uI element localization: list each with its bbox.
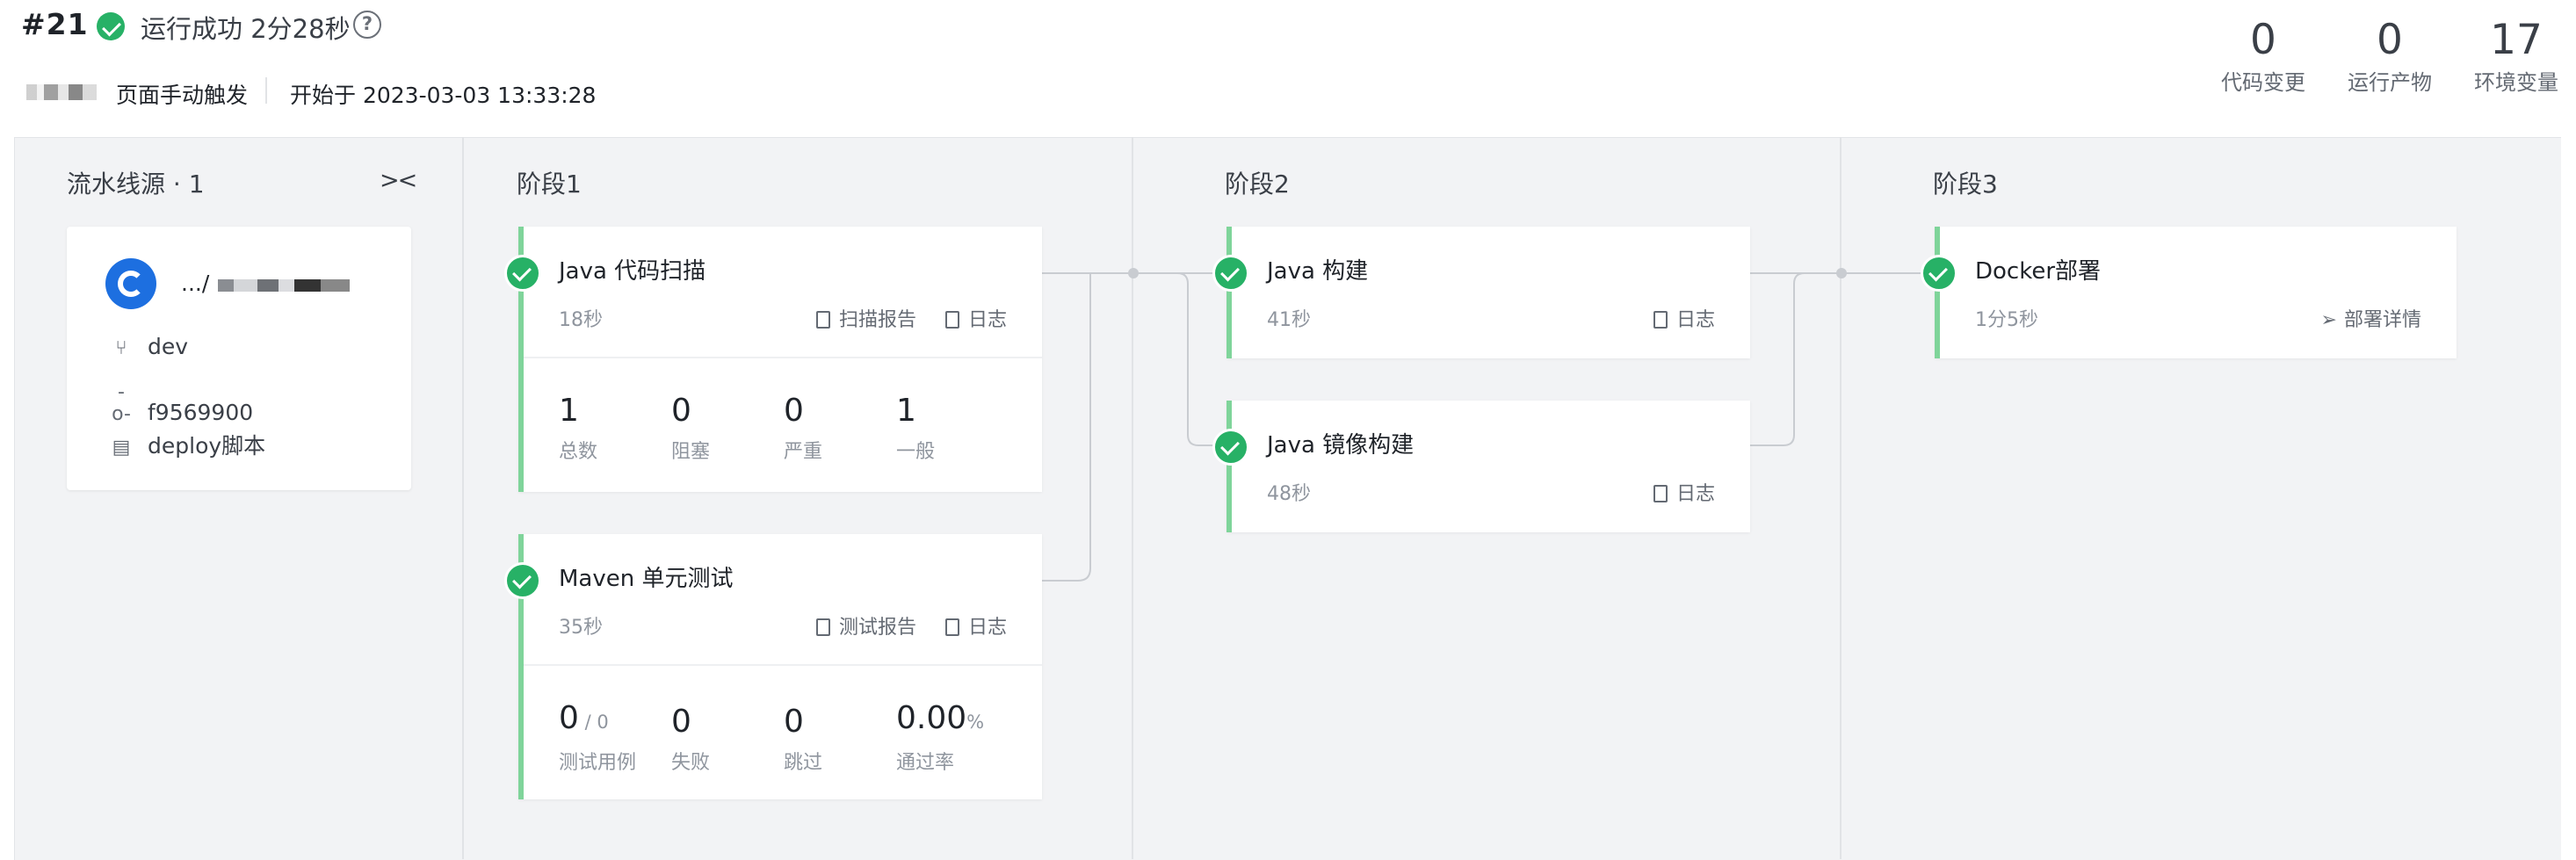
divider <box>524 357 1042 358</box>
metric-suffix: % <box>966 712 985 733</box>
metric-value: 0 <box>784 393 804 429</box>
task-duration: 35秒 <box>559 617 603 639</box>
script-name: deploy脚本 <box>148 433 266 459</box>
metric-label: 总数 <box>559 441 598 463</box>
task-actions: 测试报告 日志 <box>793 611 1007 640</box>
metric-blocker: 0 阻塞 <box>671 394 710 464</box>
send-icon: ➢ <box>2320 309 2337 331</box>
action-label: 扫描报告 <box>838 309 916 331</box>
test-report-link[interactable]: 测试报告 <box>815 617 916 639</box>
metric-label: 严重 <box>784 441 823 463</box>
stage-title: 阶段1 <box>517 170 582 199</box>
metric-value: 0 <box>671 393 691 429</box>
task-actions: 日志 <box>1631 478 1715 506</box>
action-label: 部署详情 <box>2343 309 2421 331</box>
success-check-icon <box>1212 255 1249 292</box>
stage-title: 阶段3 <box>1933 170 1998 199</box>
metric-label: 测试用例 <box>559 752 637 774</box>
log-link[interactable]: 日志 <box>1653 483 1715 505</box>
commit-icon: -o- <box>112 381 131 425</box>
branch-icon: ⑂ <box>115 337 127 359</box>
metric-label: 通过率 <box>896 752 955 774</box>
metric-number: 0 <box>559 700 579 736</box>
metric-label: 阻塞 <box>671 441 711 463</box>
metric-value: 0 <box>671 704 691 740</box>
task-card-java-build[interactable]: Java 构建 41秒 日志 <box>1226 227 1750 358</box>
log-icon <box>1653 485 1668 502</box>
task-title: Java 代码扫描 <box>559 258 706 285</box>
metric-label: 失败 <box>671 752 711 774</box>
metric-value: 0 <box>784 704 804 740</box>
repo-name[interactable]: .../ <box>181 271 209 296</box>
log-icon <box>1653 311 1668 329</box>
repo-name-redacted <box>218 279 350 292</box>
task-actions: ➢ 部署详情 <box>2298 304 2421 332</box>
task-duration: 41秒 <box>1267 309 1311 331</box>
log-icon <box>944 311 959 329</box>
metric-normal: 1 一般 <box>896 394 935 464</box>
log-link[interactable]: 日志 <box>944 309 1007 331</box>
metric-value: 1 <box>896 393 916 429</box>
log-icon <box>944 618 959 636</box>
task-duration: 48秒 <box>1267 483 1311 505</box>
metric-suffix: / 0 <box>578 712 609 733</box>
metric-value: 0.00% <box>896 701 984 740</box>
report-icon <box>815 618 830 636</box>
metric-value: 0 / 0 <box>559 701 636 740</box>
collapse-icon[interactable]: >< <box>380 167 417 194</box>
branch-name: dev <box>148 334 189 359</box>
task-title: Docker部署 <box>1975 258 2102 285</box>
success-check-icon <box>1921 255 1957 292</box>
action-label: 日志 <box>1675 309 1715 331</box>
log-link[interactable]: 日志 <box>1653 309 1715 331</box>
task-duration: 18秒 <box>559 309 603 331</box>
commit-hash: f9569900 <box>148 400 254 425</box>
metric-pass-rate: 0.00% 通过率 <box>896 701 984 775</box>
action-label: 日志 <box>967 617 1007 639</box>
task-card-java-image[interactable]: Java 镜像构建 48秒 日志 <box>1226 401 1750 532</box>
script-row: ▤ deploy脚本 <box>109 429 266 460</box>
task-actions: 日志 <box>1631 304 1715 332</box>
branch-row: ⑂ dev <box>109 334 188 359</box>
task-title: Java 构建 <box>1267 258 1369 285</box>
commit-row[interactable]: -o-f9569900 <box>109 381 253 425</box>
metric-critical: 0 严重 <box>784 394 822 464</box>
metric-value: 1 <box>559 393 579 429</box>
deploy-detail-link[interactable]: ➢ 部署详情 <box>2321 309 2421 331</box>
metric-label: 一般 <box>896 441 936 463</box>
action-label: 日志 <box>1675 483 1715 505</box>
success-check-icon <box>504 255 541 292</box>
metric-skipped: 0 跳过 <box>784 705 822 775</box>
metric-failed: 0 失败 <box>671 705 710 775</box>
success-check-icon <box>504 562 541 599</box>
action-label: 测试报告 <box>838 617 916 639</box>
source-title: 流水线源 · 1 <box>67 170 205 199</box>
metric-label: 跳过 <box>784 752 823 774</box>
report-icon <box>815 311 830 329</box>
action-label: 日志 <box>967 309 1007 331</box>
task-card-java-scan[interactable]: Java 代码扫描 18秒 扫描报告 日志 1 总数 0 阻塞 0 严重 1 一… <box>518 227 1042 492</box>
divider <box>524 664 1042 666</box>
log-link[interactable]: 日志 <box>944 617 1007 639</box>
task-title: Java 镜像构建 <box>1267 432 1415 459</box>
document-icon: ▤ <box>112 437 131 459</box>
metric-total: 1 总数 <box>559 394 597 464</box>
task-title: Maven 单元测试 <box>559 566 734 592</box>
task-duration: 1分5秒 <box>1975 309 2038 331</box>
metric-test-cases: 0 / 0 测试用例 <box>559 701 636 775</box>
task-actions: 扫描报告 日志 <box>793 304 1007 332</box>
source-card[interactable]: .../ ⑂ dev -o-f9569900 ▤ deploy脚本 <box>67 227 411 490</box>
success-check-icon <box>1212 429 1249 466</box>
stage-title: 阶段2 <box>1225 170 1290 199</box>
scan-report-link[interactable]: 扫描报告 <box>815 309 916 331</box>
repo-logo-icon <box>105 258 156 309</box>
task-card-maven-test[interactable]: Maven 单元测试 35秒 测试报告 日志 0 / 0 测试用例 0 失败 0… <box>518 534 1042 799</box>
task-card-docker-deploy[interactable]: Docker部署 1分5秒 ➢ 部署详情 <box>1935 227 2457 358</box>
metric-number: 0.00 <box>896 700 967 736</box>
